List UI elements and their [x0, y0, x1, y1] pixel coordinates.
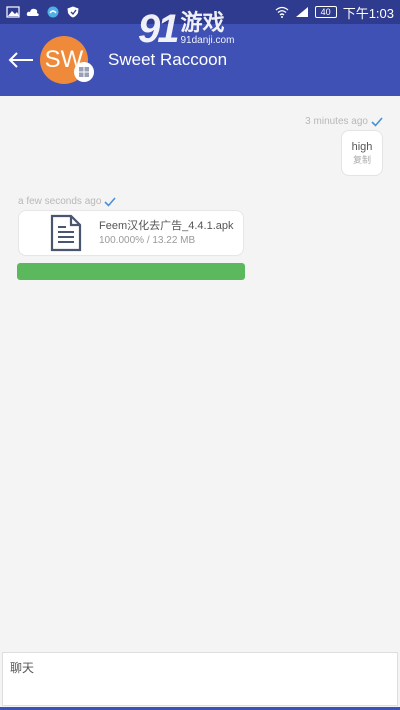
file-message-meta: a few seconds ago [18, 196, 116, 207]
back-button[interactable] [2, 24, 40, 96]
avatar[interactable]: SW [40, 36, 94, 84]
chat-input[interactable] [2, 652, 398, 706]
transfer-progress-fill [17, 263, 245, 280]
file-progress-text: 100.000% / 13.22 MB [99, 234, 196, 246]
file-info: Feem汉化去广告_4.4.1.apk 100.000% / 13.22 MB [99, 219, 234, 248]
watermark-title: 游戏 [180, 10, 225, 35]
battery-indicator: 40 [314, 6, 337, 18]
transfer-progress-bar [17, 263, 245, 280]
status-bar-system: 40 下午1:03 [275, 3, 394, 22]
document-icon [50, 214, 82, 252]
app-notification-icon [47, 6, 59, 18]
message-time: 3 minutes ago [305, 116, 368, 127]
watermark-text: 游戏 91danji.com [181, 11, 235, 47]
status-bar-notifications [6, 6, 80, 18]
file-name: Feem汉化去广告_4.4.1.apk [99, 219, 234, 232]
shield-icon [67, 6, 79, 18]
image-icon [6, 6, 20, 18]
signal-icon [295, 7, 308, 17]
checkmark-icon [371, 116, 383, 127]
app-screen: 40 下午1:03 SW Sweet Raccoon 91 游戏 91danji… [0, 0, 400, 710]
file-message-card[interactable]: Feem汉化去广告_4.4.1.apk 100.000% / 13.22 MB [18, 210, 244, 256]
status-clock: 下午1:03 [342, 5, 394, 21]
message-bubble[interactable]: high 复制 [341, 130, 383, 176]
watermark-logo: 91 [138, 7, 179, 51]
message-list[interactable]: 3 minutes ago high 复制 a few seconds ago [0, 96, 400, 652]
checkmark-icon [104, 196, 116, 207]
site-watermark: 91 游戏 91danji.com [138, 4, 268, 54]
input-area [0, 652, 400, 710]
cloud-icon [26, 8, 39, 16]
sent-message-meta: 3 minutes ago [305, 116, 383, 127]
wifi-icon [275, 6, 289, 18]
watermark-url: 91danji.com [180, 35, 235, 46]
message-text: high [351, 141, 373, 153]
windows-icon [79, 67, 89, 77]
device-badge [74, 62, 94, 82]
arrow-left-icon [8, 52, 33, 68]
message-time: a few seconds ago [18, 196, 102, 207]
copy-button[interactable]: 复制 [353, 154, 371, 166]
